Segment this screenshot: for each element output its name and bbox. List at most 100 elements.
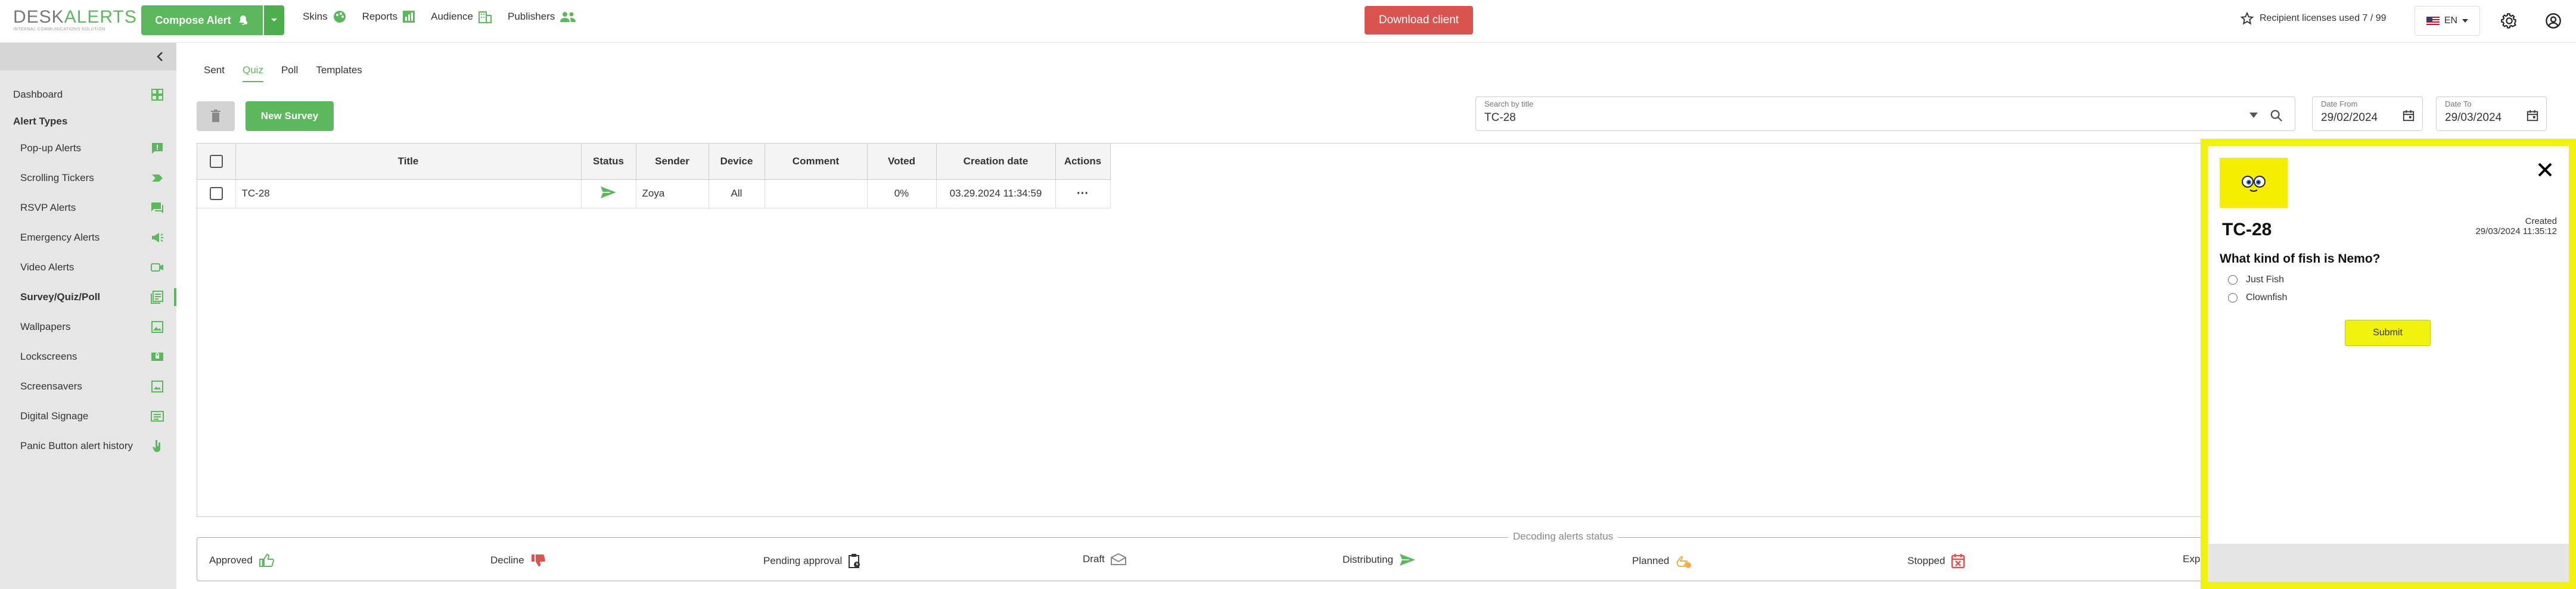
logo-text-left: DESK — [13, 7, 64, 27]
caret-down-icon — [2462, 19, 2469, 23]
signage-icon — [151, 411, 164, 422]
sidebar-item-label: Scrolling Tickers — [20, 172, 94, 183]
preview-option[interactable]: Just Fish — [2228, 275, 2284, 285]
compose-dropdown-button[interactable] — [264, 5, 284, 35]
screensaver-icon — [151, 381, 163, 392]
compose-alert-button[interactable]: Compose Alert — [141, 5, 263, 35]
search-label: Search by title — [1484, 99, 1534, 108]
settings-button[interactable] — [2500, 12, 2518, 30]
sidebar-item-emergency-alerts[interactable]: Emergency Alerts — [0, 223, 176, 253]
col-status[interactable]: Status — [581, 144, 636, 180]
legend-label: Draft — [1083, 553, 1105, 565]
row-checkbox[interactable] — [209, 187, 223, 200]
language-selector[interactable]: EN — [2415, 6, 2480, 36]
row-actions-button[interactable]: ··· — [1055, 179, 1111, 208]
sidebar-item-video-alerts[interactable]: Video Alerts — [0, 253, 176, 282]
user-circle-icon — [2546, 13, 2561, 29]
date-to-field[interactable]: Date To 29/03/2024 — [2436, 96, 2547, 131]
nav-publishers[interactable]: Publishers — [508, 10, 576, 23]
col-device[interactable]: Device — [709, 144, 765, 180]
licenses-label: Recipient licenses used 7 / 99 — [2260, 13, 2387, 23]
alert-preview-panel: TC-28 Created 29/03/2024 11:35:12 What k… — [2201, 139, 2576, 589]
date-from-field[interactable]: Date From 29/02/2024 — [2312, 96, 2423, 131]
bell-icon — [238, 15, 247, 25]
nav-reports[interactable]: Reports — [362, 10, 416, 23]
sidebar-item-dashboard[interactable]: Dashboard — [0, 80, 176, 110]
planned-hand-icon — [1677, 556, 1692, 568]
row-voted: 0% — [867, 179, 937, 208]
sidebar-item-label: Screensavers — [20, 381, 82, 392]
sidebar-item-label: Lockscreens — [20, 351, 77, 362]
sidebar-item-lockscreens[interactable]: Lockscreens — [0, 342, 176, 372]
preview-close-button[interactable] — [2533, 158, 2557, 182]
option-radio[interactable] — [2228, 275, 2238, 285]
sidebar-item-survey-quiz-poll[interactable]: Survey/Quiz/Poll — [0, 282, 176, 312]
select-all-checkbox[interactable] — [209, 154, 223, 168]
col-comment[interactable]: Comment — [765, 144, 868, 180]
preview-option[interactable]: Clownfish — [2228, 292, 2287, 303]
hand-icon — [153, 440, 160, 452]
preview-submit-button[interactable]: Submit — [2345, 320, 2431, 346]
nav-skins[interactable]: Skins — [303, 10, 347, 24]
table-row[interactable]: TC-28 Zoya All 0% 03.29.2024 11:34:59 ··… — [197, 179, 1111, 208]
logo-tagline: INTERNAL COMMUNICATIONS SOLUTION — [13, 27, 105, 32]
delete-button[interactable] — [197, 101, 235, 131]
users-icon — [560, 12, 576, 22]
legend-expired: Exp — [2183, 553, 2200, 565]
col-title[interactable]: Title — [235, 144, 582, 180]
search-input[interactable]: Search by title TC-28 — [1475, 96, 2295, 131]
sidebar: Dashboard Alert Types Pop-up Alerts Scro… — [0, 43, 176, 589]
preview-logo — [2220, 158, 2288, 208]
calendar-icon[interactable] — [2526, 109, 2539, 122]
legend-planned: Planned — [1632, 553, 1692, 569]
account-button[interactable] — [2544, 12, 2562, 30]
sidebar-item-digital-signage[interactable]: Digital Signage — [0, 401, 176, 431]
col-creation-date[interactable]: Creation date — [936, 144, 1056, 180]
calendar-stop-icon — [1952, 554, 1965, 569]
send-icon — [601, 186, 616, 198]
language-label: EN — [2444, 15, 2458, 26]
tab-quiz[interactable]: Quiz — [242, 64, 263, 82]
submit-label: Submit — [2373, 328, 2403, 338]
legend-label: Planned — [1632, 555, 1670, 566]
recipient-licenses: Recipient licenses used 7 / 99 — [2241, 12, 2387, 25]
legend-draft: Draft — [1083, 553, 1126, 565]
option-radio[interactable] — [2228, 293, 2238, 303]
app-logo[interactable]: DESKALERTS INTERNAL COMMUNICATIONS SOLUT… — [13, 7, 136, 35]
survey-icon — [151, 291, 163, 304]
sidebar-item-popup-alerts[interactable]: Pop-up Alerts — [0, 133, 176, 163]
row-title[interactable]: TC-28 — [235, 179, 582, 208]
sidebar-item-rsvp-alerts[interactable]: RSVP Alerts — [0, 193, 176, 223]
legend-pending-approval: Pending approval — [763, 553, 861, 569]
video-icon — [151, 263, 163, 272]
sidebar-item-label: Pop-up Alerts — [20, 142, 82, 154]
sidebar-item-label: Emergency Alerts — [20, 232, 100, 243]
download-client-button[interactable]: Download client — [1365, 6, 1473, 35]
popup-icon — [152, 143, 163, 154]
sidebar-item-scrolling-tickers[interactable]: Scrolling Tickers — [0, 163, 176, 193]
search-icon[interactable] — [2270, 109, 2283, 122]
caret-down-icon[interactable] — [2249, 113, 2258, 119]
nav-reports-label: Reports — [362, 11, 398, 22]
preview-created-label: Created — [2525, 216, 2557, 226]
tab-sent[interactable]: Sent — [204, 64, 225, 82]
sidebar-item-wallpapers[interactable]: Wallpapers — [0, 312, 176, 342]
date-to-value: 29/03/2024 — [2445, 111, 2502, 124]
option-label: Clownfish — [2246, 292, 2288, 303]
caret-down-icon — [271, 18, 277, 21]
col-voted[interactable]: Voted — [867, 144, 937, 180]
ticker-icon — [152, 174, 163, 182]
sidebar-collapse-button[interactable] — [0, 43, 176, 70]
sidebar-item-screensavers[interactable]: Screensavers — [0, 372, 176, 401]
tab-templates[interactable]: Templates — [316, 64, 362, 82]
us-flag-icon — [2426, 17, 2440, 25]
gear-icon — [2501, 13, 2517, 29]
tab-poll[interactable]: Poll — [281, 64, 298, 82]
nav-audience[interactable]: Audience — [431, 10, 492, 24]
envelope-icon — [1110, 553, 1126, 565]
new-survey-button[interactable]: New Survey — [246, 101, 334, 131]
col-sender[interactable]: Sender — [636, 144, 709, 180]
calendar-icon[interactable] — [2402, 109, 2415, 122]
date-from-label: Date From — [2321, 99, 2358, 108]
sidebar-item-panic-button-history[interactable]: Panic Button alert history — [0, 431, 176, 461]
